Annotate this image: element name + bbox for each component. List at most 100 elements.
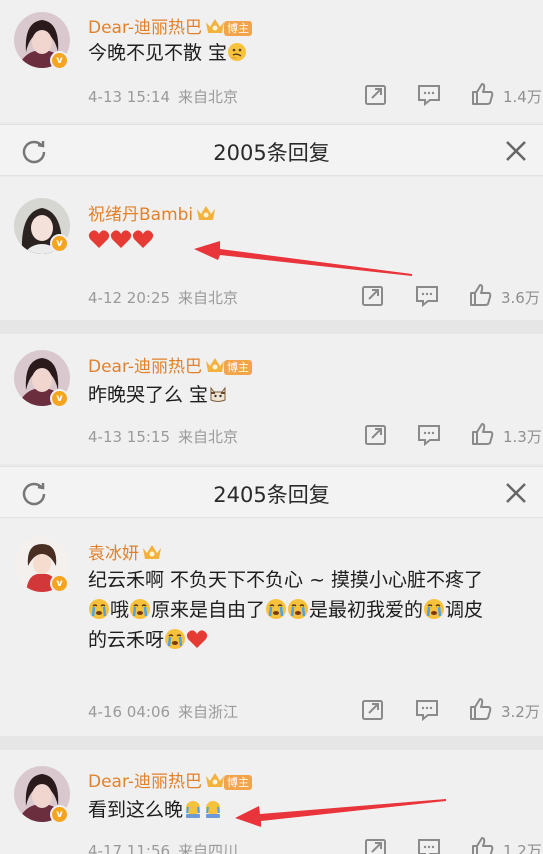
share-icon[interactable]: [363, 423, 389, 447]
annotation-arrow: [235, 799, 446, 827]
crown-icon: [206, 358, 225, 372]
share-icon[interactable]: [360, 698, 386, 722]
like-count: 3.6万: [501, 289, 540, 307]
reply-count-title: 2405条回复: [213, 483, 330, 507]
annotation-arrow: [194, 241, 412, 276]
comment-icon[interactable]: [416, 837, 442, 854]
crying-emoji-icon: [165, 629, 186, 649]
like-icon[interactable]: [470, 82, 496, 106]
comment-segment: 原来是自由了: [151, 599, 266, 621]
timestamp: 4-16 04:06: [88, 703, 171, 721]
username[interactable]: 袁冰妍: [88, 539, 163, 564]
crying-emoji-icon: [206, 801, 221, 818]
timestamp: 4-13 15:15: [88, 428, 171, 446]
divider: [0, 736, 543, 750]
like-icon[interactable]: [470, 836, 496, 854]
comment-text: 昨晚哭了么 宝: [88, 380, 523, 410]
crown-icon: [197, 206, 216, 220]
verified-icon: v: [50, 389, 69, 408]
heart-icon: [110, 230, 132, 248]
username[interactable]: 祝绪丹Bambi: [88, 200, 217, 225]
comment-line-3: 的云禾呀: [88, 625, 529, 655]
close-icon[interactable]: [503, 480, 529, 506]
author-badge: 博主: [224, 775, 253, 790]
crown-icon: [143, 545, 161, 559]
comment-card-3: v Dear-迪丽热巴 博主 昨晚哭了么 宝 4-13 15:15 来自北京 1.3…: [0, 334, 543, 464]
comment-line-2: 哦原来是自由了 是最初我爱的 调皮: [88, 595, 529, 625]
verified-icon: v: [50, 805, 69, 824]
comment-meta: 4-13 15:15 来自北京: [88, 426, 238, 447]
username-text[interactable]: 祝绪丹Bambi: [88, 205, 193, 225]
comment-segment: 调皮: [445, 599, 484, 621]
username-text[interactable]: Dear-迪丽热巴: [88, 357, 202, 377]
location: 来自四川: [178, 842, 239, 854]
username[interactable]: Dear-迪丽热巴 博主: [88, 767, 253, 792]
username[interactable]: Dear-迪丽热巴 博主: [88, 352, 253, 377]
comment-icon[interactable]: [416, 423, 442, 447]
thinking-emoji-icon: [228, 43, 247, 61]
location: 来自北京: [178, 289, 239, 307]
comment-meta: 4-12 20:25 来自北京: [88, 287, 238, 308]
like-icon[interactable]: [468, 697, 494, 721]
like-count: 3.2万: [501, 703, 540, 721]
comment-segment: 的云禾呀: [88, 629, 165, 651]
crying-emoji-icon: [89, 599, 109, 619]
comment-segment: 哦: [110, 599, 130, 621]
crying-emoji-icon: [266, 599, 287, 619]
username-text[interactable]: Dear-迪丽热巴: [88, 772, 202, 792]
heart-icon: [186, 630, 208, 648]
comment-text-content: 今晚不见不散 宝: [88, 42, 228, 64]
heart-icon: [132, 230, 154, 248]
crown-icon: [206, 773, 225, 787]
verified-icon: v: [50, 234, 69, 253]
verified-icon: v: [50, 574, 69, 593]
comment-icon[interactable]: [414, 284, 440, 308]
username-text[interactable]: Dear-迪丽热巴: [88, 18, 202, 38]
heart-icon: [88, 230, 110, 248]
crown-icon: [206, 19, 225, 33]
share-icon[interactable]: [363, 837, 389, 854]
comment-icon[interactable]: [416, 83, 442, 107]
comment-card-1: v Dear-迪丽热巴 博主 今晚不见不散 宝 4-13 15:14 来自北京 1.…: [0, 0, 543, 122]
timestamp: 4-12 20:25: [88, 289, 171, 307]
like-count: 1.4万: [503, 88, 542, 106]
comment-segment: 是最初我爱的: [309, 599, 424, 621]
crying-emoji-icon: [186, 801, 201, 818]
crying-emoji-icon: [288, 599, 309, 619]
divider: [0, 320, 543, 334]
reply-header-bar: 2005条回复: [0, 124, 543, 176]
like-icon[interactable]: [468, 283, 494, 307]
share-icon[interactable]: [360, 284, 386, 308]
comment-card-4: v 袁冰妍 纪云禾啊 不负天下不负心 ~ 摸摸小心脏不疼了 哦原来是自由了 是最初…: [0, 519, 543, 736]
comment-text: 今晚不见不散 宝: [88, 38, 523, 68]
share-icon[interactable]: [363, 83, 389, 107]
reply-header-bar: 2405条回复: [0, 466, 543, 518]
reply-count-title: 2005条回复: [213, 141, 330, 165]
like-count: 1.3万: [503, 428, 542, 446]
comment-meta: 4-16 04:06 来自浙江: [88, 701, 238, 722]
location: 来自北京: [178, 428, 239, 446]
location: 来自北京: [178, 88, 239, 106]
like-icon[interactable]: [470, 422, 496, 446]
close-icon[interactable]: [503, 138, 529, 164]
weibo-comment-thread: v Dear-迪丽热巴 博主 今晚不见不散 宝 4-13 15:14 来自北京 1.…: [0, 0, 543, 854]
comment-meta: 4-13 15:14 来自北京: [88, 86, 238, 107]
cat-emoji-icon: [210, 386, 226, 402]
comment-text: 纪云禾啊 不负天下不负心 ~ 摸摸小心脏不疼了 哦原来是自由了 是最初我爱的 调皮 …: [88, 565, 529, 655]
location: 来自浙江: [178, 703, 239, 721]
username[interactable]: Dear-迪丽热巴 博主: [88, 13, 253, 38]
like-count: 1.2万: [503, 842, 542, 854]
crying-emoji-icon: [424, 599, 445, 619]
comment-text-content: 看到这么晚: [88, 799, 184, 821]
comment-icon[interactable]: [414, 698, 440, 722]
timestamp: 4-13 15:14: [88, 88, 171, 106]
comment-line-1: 纪云禾啊 不负天下不负心 ~ 摸摸小心脏不疼了: [88, 569, 484, 591]
username-text[interactable]: 袁冰妍: [88, 544, 139, 564]
comment-meta: 4-17 11:56 来自四川: [88, 840, 238, 854]
comment-text-content: 昨晚哭了么 宝: [88, 384, 209, 406]
crying-emoji-icon: [130, 599, 151, 619]
verified-icon: v: [50, 51, 69, 70]
author-badge: 博主: [224, 21, 253, 36]
timestamp: 4-17 11:56: [88, 842, 171, 854]
author-badge: 博主: [224, 360, 253, 375]
